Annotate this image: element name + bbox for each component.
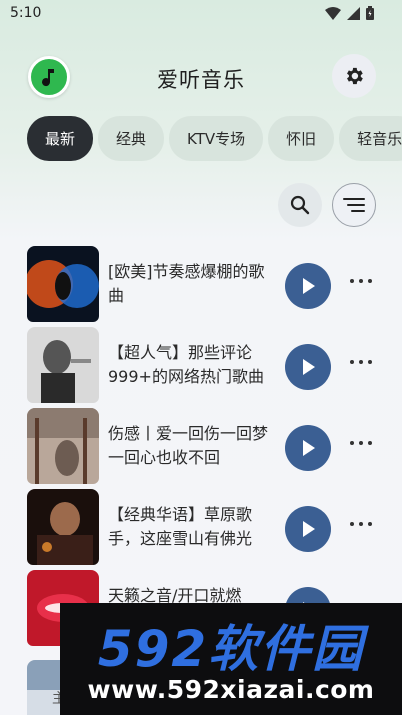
more-button[interactable] xyxy=(350,274,372,288)
play-icon xyxy=(303,521,315,537)
list-item[interactable]: 【经典华语】草原歌手，这座雪山有佛光 xyxy=(0,489,402,565)
play-icon xyxy=(303,440,315,456)
tab-ktv[interactable]: KTV专场 xyxy=(169,116,264,161)
watermark-overlay: 592软件园 www.592xiazai.com xyxy=(60,603,402,715)
playlist-cover xyxy=(27,327,99,403)
battery-icon xyxy=(366,6,374,20)
play-icon xyxy=(303,278,315,294)
cover-image xyxy=(27,489,99,565)
tab-latest[interactable]: 最新 xyxy=(27,116,94,161)
list-tools xyxy=(278,183,376,227)
playlist-title: [欧美]节奏感爆棚的歌曲 xyxy=(108,262,265,305)
more-button[interactable] xyxy=(350,517,372,531)
cover-image xyxy=(27,327,99,403)
playlist-cover xyxy=(27,246,99,322)
playlist-title: 伤感丨爱一回伤一回梦一回心也收不回 xyxy=(108,424,269,467)
play-button[interactable] xyxy=(285,425,331,471)
app-header: 爱听音乐 xyxy=(0,52,402,100)
playlist-cover xyxy=(27,408,99,484)
tab-nostalgia[interactable]: 怀旧 xyxy=(268,116,335,161)
play-button[interactable] xyxy=(285,344,331,390)
playlist-title: 【超人气】那些评论999+的网络热门歌曲 xyxy=(108,343,264,386)
list-item[interactable]: 【超人气】那些评论999+的网络热门歌曲 xyxy=(0,327,402,403)
signal-icon xyxy=(347,6,360,20)
filter-button[interactable] xyxy=(332,183,376,227)
watermark-url: www.592xiazai.com xyxy=(87,675,375,704)
list-item[interactable]: 伤感丨爱一回伤一回梦一回心也收不回 xyxy=(0,408,402,484)
status-bar: 5:10 xyxy=(0,0,402,28)
status-icons xyxy=(325,6,374,20)
play-button[interactable] xyxy=(285,506,331,552)
search-icon xyxy=(290,195,310,215)
settings-button[interactable] xyxy=(332,54,376,98)
tab-light-music[interactable]: 轻音乐 xyxy=(339,116,402,161)
filter-lines-icon xyxy=(343,198,365,212)
list-item[interactable]: [欧美]节奏感爆棚的歌曲 xyxy=(0,246,402,322)
play-button[interactable] xyxy=(285,263,331,309)
wifi-icon xyxy=(325,6,341,20)
cover-image xyxy=(27,408,99,484)
cover-image xyxy=(27,246,99,322)
more-button[interactable] xyxy=(350,355,372,369)
status-time: 5:10 xyxy=(10,5,42,21)
gear-icon xyxy=(347,67,363,85)
search-button[interactable] xyxy=(278,183,322,227)
watermark-brand: 592软件园 xyxy=(97,620,365,678)
playlist-title: 【经典华语】草原歌手，这座雪山有佛光 xyxy=(108,505,253,548)
more-button[interactable] xyxy=(350,436,372,450)
play-icon xyxy=(303,359,315,375)
playlist-cover xyxy=(27,489,99,565)
tab-classic[interactable]: 经典 xyxy=(98,116,165,161)
category-tabs: 最新 经典 KTV专场 怀旧 轻音乐 xyxy=(27,116,402,161)
